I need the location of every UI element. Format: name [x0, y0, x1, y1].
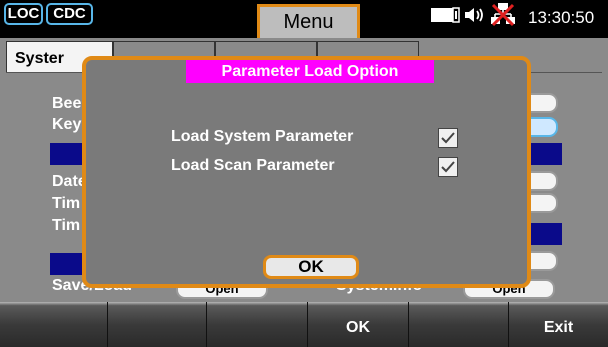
- loc-indicator: LOC: [4, 3, 43, 25]
- load-system-parameter-checkbox[interactable]: [438, 128, 458, 148]
- selection-bar-right: [531, 143, 562, 165]
- checkmark-icon: [441, 161, 455, 173]
- checkmark-icon: [441, 132, 455, 144]
- dialog-ok-button[interactable]: OK: [263, 255, 359, 279]
- softkey-1[interactable]: [0, 302, 108, 347]
- softkey-3[interactable]: [207, 302, 308, 347]
- row-label-time: Tim: [52, 195, 81, 212]
- softkey-5[interactable]: [409, 302, 509, 347]
- row-label-key: Key: [52, 116, 82, 133]
- row-label-timezone: Tim: [52, 217, 81, 234]
- softkey-2[interactable]: [108, 302, 207, 347]
- menu-title: Menu: [257, 4, 360, 38]
- status-icons: [431, 2, 516, 33]
- load-scan-parameter-label: Load Scan Parameter: [171, 157, 335, 174]
- load-system-parameter-label: Load System Parameter: [171, 128, 354, 145]
- parameter-load-dialog: Parameter Load Option Load System Parame…: [82, 56, 531, 288]
- battery-icon: [431, 6, 461, 29]
- tab-label: Syster: [15, 50, 64, 67]
- softkey-ok[interactable]: OK: [308, 302, 409, 347]
- load-scan-parameter-checkbox[interactable]: [438, 157, 458, 177]
- status-bar: LOC CDC Menu 13:30:50: [0, 0, 608, 38]
- speaker-icon: [464, 6, 486, 29]
- softkey-exit[interactable]: Exit: [509, 302, 608, 347]
- network-disconnected-icon: [490, 2, 516, 33]
- dialog-title: Parameter Load Option: [186, 60, 434, 83]
- selection-bar-right-2: [531, 223, 562, 245]
- clock: 13:30:50: [528, 8, 595, 27]
- cdc-indicator: CDC: [46, 3, 93, 25]
- row-label-beep: Bee: [52, 95, 82, 112]
- softkey-bar: OK Exit: [0, 302, 608, 347]
